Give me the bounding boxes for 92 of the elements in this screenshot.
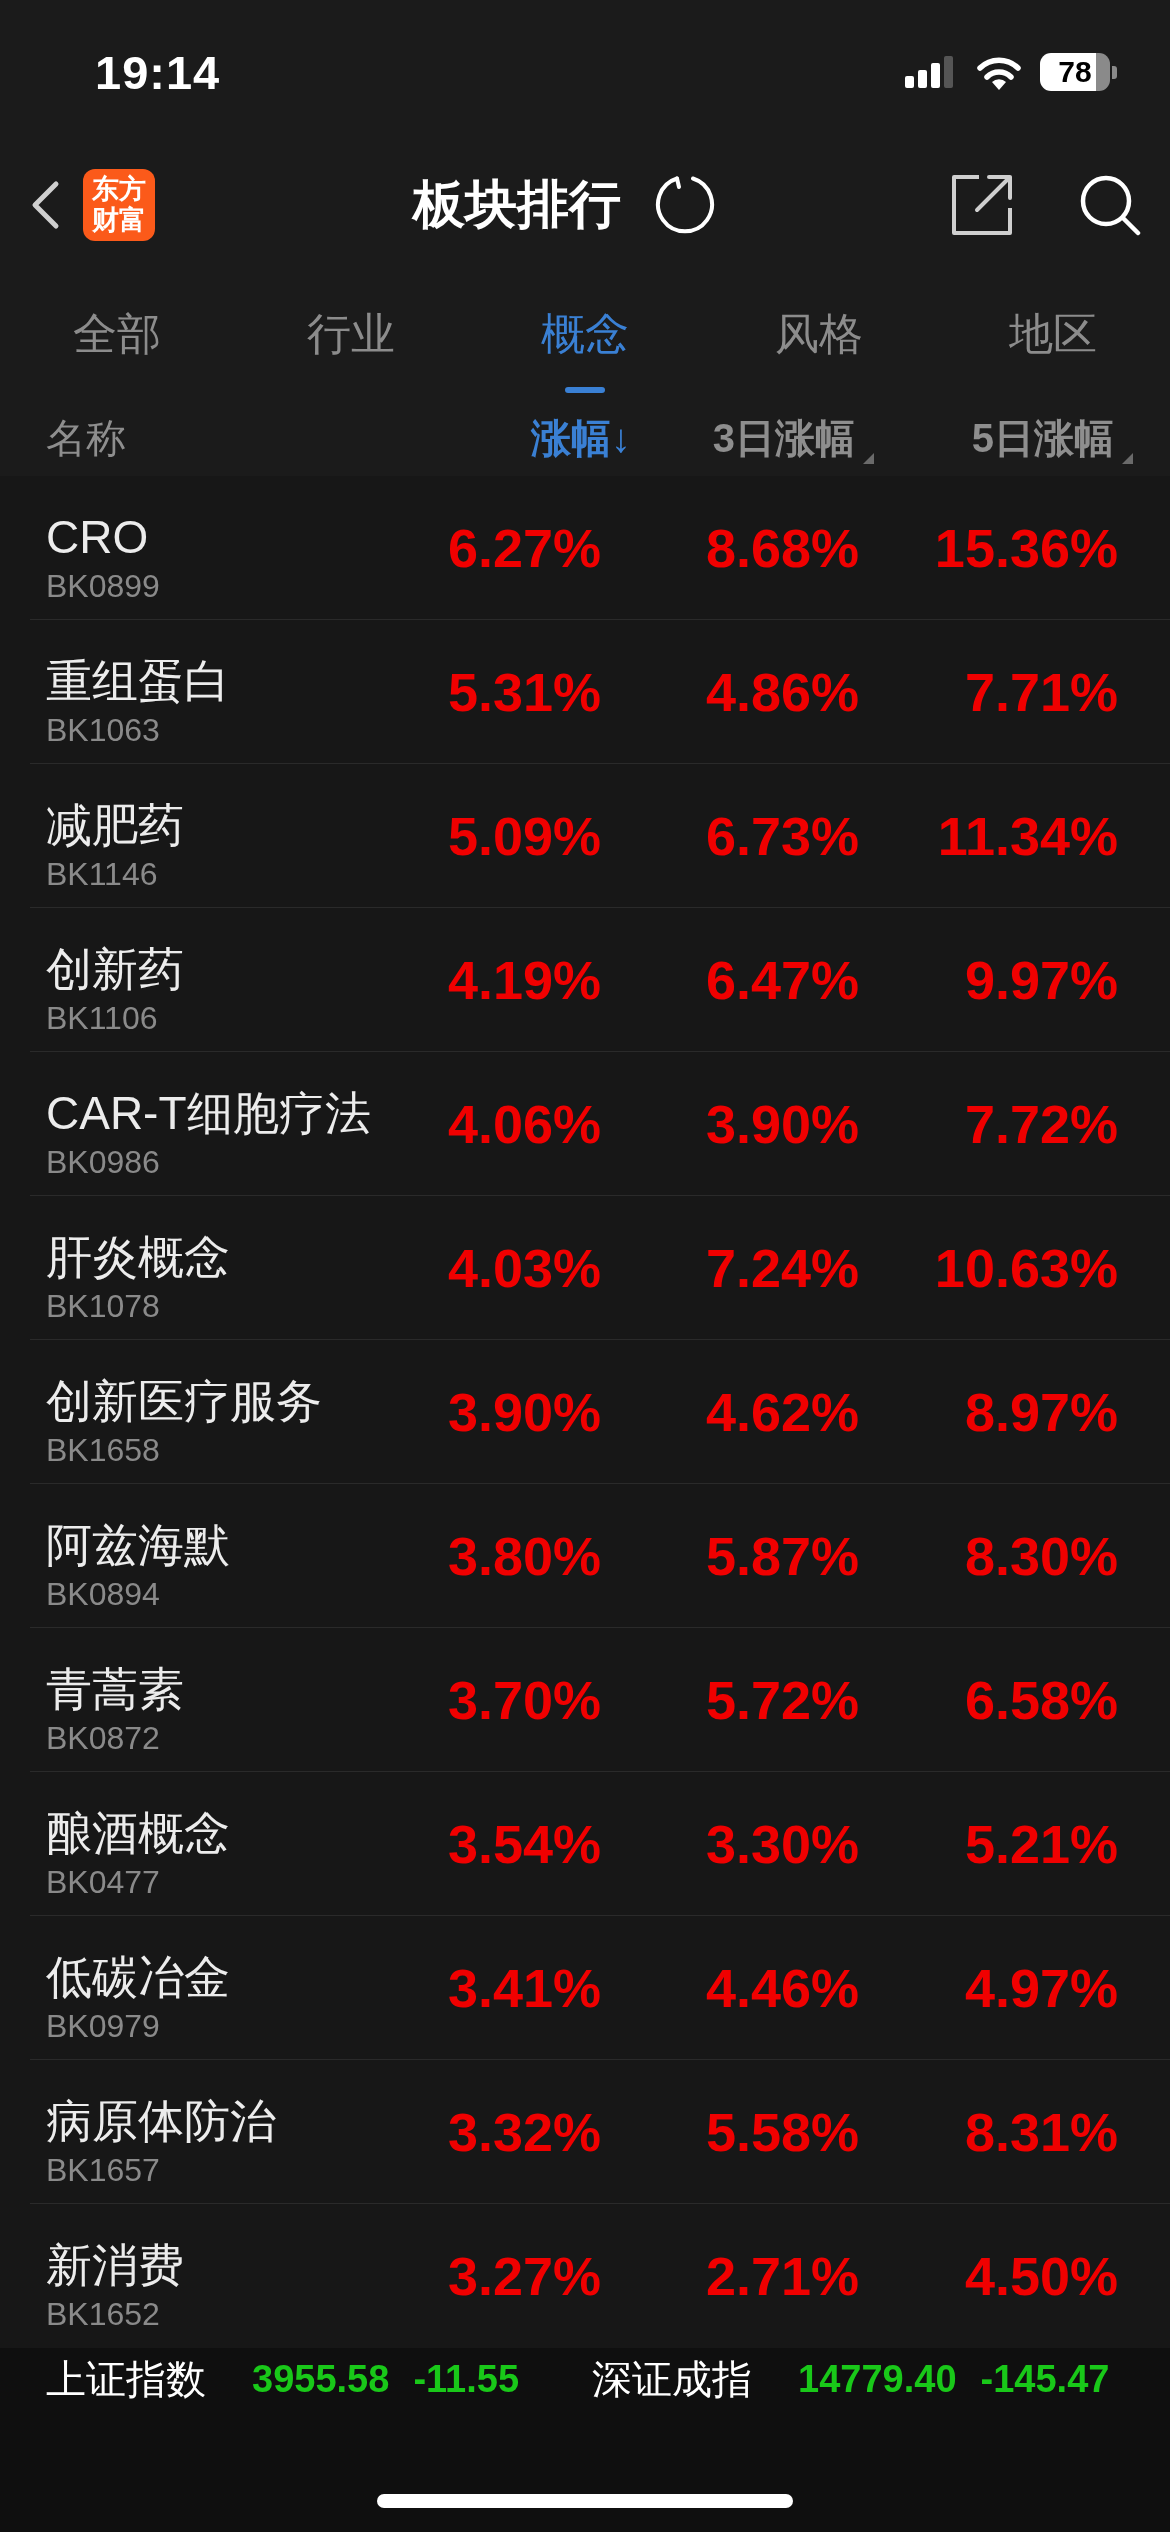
change-percent: 2.71%: [705, 2245, 859, 2307]
change-percent: 11.34%: [937, 804, 1118, 867]
change-percent: 3.90%: [705, 1092, 859, 1155]
page-title: 板块排行: [413, 174, 621, 235]
signal-icon: [905, 56, 955, 88]
tab[interactable]: 全部: [73, 266, 161, 400]
change-percent: 8.31%: [964, 2100, 1118, 2163]
sector-name: 重组蛋白: [46, 654, 230, 708]
sector-code: BK0899: [46, 567, 160, 606]
change-percent: 8.97%: [964, 1380, 1118, 1443]
tab[interactable]: 概念: [541, 266, 629, 400]
change-percent: 3.32%: [447, 2100, 601, 2163]
column-header: 名称: [46, 414, 127, 462]
refresh-icon[interactable]: [653, 174, 715, 236]
change-percent: 4.06%: [447, 1092, 601, 1155]
tab[interactable]: 行业: [307, 266, 395, 400]
sector-name: 病原体防治: [46, 2094, 276, 2148]
sector-name: CAR-T细胞疗法: [46, 1086, 371, 1140]
change-percent: 9.97%: [964, 948, 1118, 1011]
change-percent: 4.19%: [447, 948, 601, 1011]
sector-code: BK1063: [46, 711, 160, 750]
sector-name: 减肥药: [46, 798, 184, 852]
change-percent: 5.21%: [964, 1812, 1118, 1875]
change-percent: 3.41%: [447, 1956, 601, 2019]
sector-code: BK1078: [46, 1287, 160, 1326]
sector-name: 阿兹海默: [46, 1518, 230, 1572]
sector-name: 低碳冶金: [46, 1950, 230, 2004]
wifi-icon: [975, 54, 1023, 90]
change-percent: 3.80%: [447, 1524, 601, 1587]
change-percent: 4.46%: [705, 1956, 859, 2019]
sector-code: BK1146: [46, 855, 158, 894]
change-percent: 15.36%: [934, 516, 1118, 579]
change-percent: 6.27%: [447, 516, 601, 579]
index-name: 深证成指: [592, 2355, 753, 2403]
change-percent: 3.30%: [705, 1812, 859, 1875]
sector-code: BK1652: [46, 2295, 160, 2334]
back-icon[interactable]: [30, 180, 60, 230]
sector-name: CRO: [46, 510, 149, 564]
sort-corner-icon: [863, 452, 874, 464]
index-value: 14779.40: [798, 2357, 957, 2401]
change-percent: 3.27%: [447, 2245, 601, 2307]
sort-column-header[interactable]: 3日涨幅: [712, 410, 874, 466]
change-percent: 6.73%: [705, 804, 859, 867]
change-percent: 6.58%: [964, 1668, 1118, 1731]
sector-name: 创新医疗服务: [46, 1374, 322, 1428]
change-percent: 3.70%: [447, 1668, 601, 1731]
sector-name: 肝炎概念: [46, 1230, 230, 1284]
tab[interactable]: 地区: [1009, 266, 1097, 400]
sort-corner-icon: [1122, 452, 1133, 464]
change-percent: 4.50%: [964, 2245, 1118, 2307]
change-percent: 4.86%: [705, 660, 859, 723]
sector-name: 创新药: [46, 942, 184, 996]
tab[interactable]: 风格: [775, 266, 863, 400]
sector-code: BK0986: [46, 1143, 160, 1182]
change-percent: 10.63%: [934, 1236, 1118, 1299]
change-percent: 6.47%: [705, 948, 859, 1011]
sector-name: 青蒿素: [46, 1662, 184, 1716]
change-percent: 5.09%: [447, 804, 601, 867]
change-percent: 5.72%: [705, 1668, 859, 1731]
sort-column-header[interactable]: 5日涨幅: [971, 410, 1133, 466]
index-name: 上证指数: [46, 2355, 206, 2403]
search-icon[interactable]: [1079, 174, 1141, 236]
app-logo: 东方 财富: [83, 169, 155, 241]
sector-code: BK0477: [46, 1863, 160, 1902]
change-percent: 5.31%: [447, 660, 601, 723]
index-change: -145.47: [980, 2357, 1110, 2401]
change-percent: 4.62%: [705, 1380, 859, 1443]
change-percent: 8.68%: [705, 516, 859, 579]
sector-code: BK0894: [46, 1575, 160, 1614]
sector-name: 酿酒概念: [46, 1806, 230, 1860]
sector-code: BK1657: [46, 2151, 160, 2190]
change-percent: 4.97%: [964, 1956, 1118, 2019]
status-time: 19:14: [95, 44, 221, 100]
change-percent: 8.30%: [964, 1524, 1118, 1587]
change-percent: 7.71%: [964, 660, 1118, 723]
sector-code: BK0979: [46, 2007, 160, 2046]
sector-code: BK1658: [46, 1431, 160, 1470]
change-percent: 5.58%: [705, 2100, 859, 2163]
change-percent: 3.90%: [447, 1380, 601, 1443]
sort-column-header[interactable]: 涨幅↓: [531, 410, 631, 466]
sector-name: 新消费: [46, 2238, 184, 2292]
battery-indicator: 78: [1040, 53, 1117, 91]
index-change: -11.55: [413, 2357, 520, 2401]
change-percent: 3.54%: [447, 1812, 601, 1875]
change-percent: 4.03%: [447, 1236, 601, 1299]
sector-code: BK0872: [46, 1719, 160, 1758]
index-value: 3955.58: [252, 2357, 390, 2401]
sector-code: BK1106: [46, 999, 158, 1038]
change-percent: 5.87%: [705, 1524, 859, 1587]
change-percent: 7.72%: [964, 1092, 1118, 1155]
change-percent: 7.24%: [705, 1236, 859, 1299]
share-icon[interactable]: [949, 172, 1015, 238]
